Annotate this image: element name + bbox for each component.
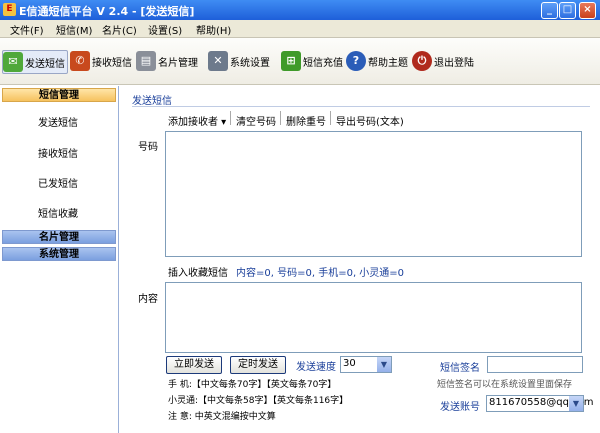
send-now-button[interactable]: 立即发送	[166, 356, 222, 374]
toolbar-recharge-label: 短信充值	[303, 58, 343, 69]
note-attention: 注 意: 中英文混编按中文算	[168, 412, 276, 422]
cart-icon: ⊞	[281, 51, 301, 71]
toolbar-send-sms-label: 发送短信	[25, 59, 65, 70]
speed-select[interactable]: 30 ▼	[340, 356, 392, 373]
content-textarea[interactable]	[165, 282, 582, 353]
send-timed-button[interactable]: 定时发送	[230, 356, 286, 374]
tools-icon: ✕	[208, 51, 228, 71]
toolbar-receive-sms-label: 接收短信	[92, 58, 132, 69]
toolbar-settings-label: 系统设置	[230, 58, 270, 69]
menu-bar: 文件(F) 短信(M) 名片(C) 设置(S) 帮助(H)	[0, 20, 600, 38]
toolbar-logout-label: 退出登陆	[434, 58, 474, 69]
toolbar-card-button[interactable]: ▤ 名片管理	[136, 50, 202, 72]
number-label: 号码	[138, 142, 158, 153]
close-button[interactable]: ×	[579, 2, 596, 19]
note-phs: 小灵通:【中文每条58字】【英文每条116字】	[168, 396, 349, 406]
toolbar-send-sms-button[interactable]: ✉ 发送短信	[2, 50, 68, 74]
signature-hint: 短信签名可以在系统设置里面保存	[437, 380, 573, 390]
add-recipient-dropdown[interactable]: 添加接收者 ▾	[168, 113, 226, 128]
toolbar: ✉ 发送短信 ✆ 接收短信 ▤ 名片管理 ✕ 系统设置 ⊞ 短信充值 ? 帮助主…	[0, 38, 600, 85]
account-select[interactable]: 811670558@qq.com ▼	[486, 395, 594, 412]
number-textarea[interactable]	[165, 131, 582, 257]
menu-settings[interactable]: 设置(S)	[148, 22, 182, 37]
sidebar-item-receive-sms[interactable]: 接收短信	[0, 145, 116, 160]
toolbar-help-label: 帮助主题	[368, 58, 408, 69]
signature-input[interactable]	[487, 356, 583, 373]
toolbar-receive-sms-button[interactable]: ✆ 接收短信	[70, 50, 132, 72]
content-label: 内容	[138, 294, 158, 305]
title-bar: E E信通短信平台 V 2.4 - [发送短信] _ □ ×	[0, 0, 600, 20]
app-logo-icon: E	[3, 3, 16, 16]
account-label: 发送账号	[440, 402, 480, 413]
menu-help[interactable]: 帮助(H)	[196, 22, 231, 37]
sidebar-item-fav-sms[interactable]: 短信收藏	[0, 205, 116, 220]
toolbar-card-label: 名片管理	[158, 58, 198, 69]
section-divider	[132, 106, 590, 107]
toolbar-help-button[interactable]: ? 帮助主题	[346, 50, 410, 72]
menu-file[interactable]: 文件(F)	[10, 22, 44, 37]
maximize-button[interactable]: □	[559, 2, 576, 19]
option-separator	[230, 111, 231, 125]
sidebar-item-sent-sms[interactable]: 已发短信	[0, 175, 116, 190]
note-mobile: 手 机:【中文每条70字】【英文每条70字】	[168, 380, 337, 390]
chevron-down-icon: ▼	[377, 357, 391, 372]
send-sms-icon: ✉	[3, 52, 23, 72]
sidebar-group-sms[interactable]: 短信管理	[2, 88, 116, 102]
help-icon: ?	[346, 51, 366, 71]
receive-sms-icon: ✆	[70, 51, 90, 71]
chevron-down-icon: ▼	[569, 396, 583, 411]
toolbar-logout-button[interactable]: ⏻ 退出登陆	[412, 50, 480, 72]
window-title: E信通短信平台 V 2.4 - [发送短信]	[19, 5, 195, 18]
menu-sms[interactable]: 短信(M)	[56, 22, 92, 37]
clear-numbers-button[interactable]: 清空号码	[236, 113, 276, 128]
speed-label: 发送速度	[296, 362, 336, 373]
minimize-button[interactable]: _	[541, 2, 558, 19]
app-window: E E信通短信平台 V 2.4 - [发送短信] _ □ × 文件(F) 短信(…	[0, 0, 600, 433]
option-separator	[280, 111, 281, 125]
power-icon: ⏻	[412, 51, 432, 71]
sidebar-group-system[interactable]: 系统管理	[2, 247, 116, 261]
signature-label: 短信签名	[440, 363, 480, 374]
section-title: 发送短信	[132, 96, 172, 107]
counts-info: 内容=0, 号码=0, 手机=0, 小灵通=0	[236, 268, 405, 279]
toolbar-settings-button[interactable]: ✕ 系统设置	[208, 50, 274, 72]
speed-value: 30	[343, 358, 356, 369]
menu-card[interactable]: 名片(C)	[102, 22, 137, 37]
main-panel: 发送短信 添加接收者 ▾ 清空号码 删除重号 导出号码(文本) 号码 插入收藏短…	[120, 86, 600, 433]
option-separator	[330, 111, 331, 125]
sidebar-item-send-sms[interactable]: 发送短信	[0, 114, 116, 129]
remove-duplicates-button[interactable]: 删除重号	[286, 113, 326, 128]
export-numbers-button[interactable]: 导出号码(文本)	[336, 113, 404, 128]
toolbar-recharge-button[interactable]: ⊞ 短信充值	[281, 50, 347, 72]
sidebar: 短信管理 发送短信 接收短信 已发短信 短信收藏 名片管理 系统管理	[0, 86, 119, 433]
insert-favorite-link[interactable]: 插入收藏短信	[168, 264, 228, 279]
sidebar-group-card[interactable]: 名片管理	[2, 230, 116, 244]
card-icon: ▤	[136, 51, 156, 71]
